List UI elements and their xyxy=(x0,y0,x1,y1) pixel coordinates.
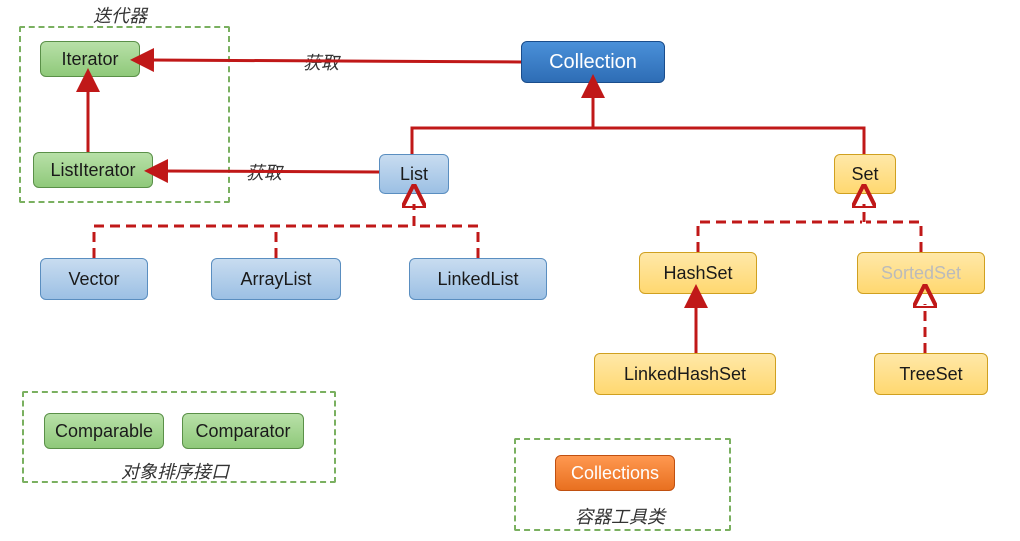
arrow-impls-to-list-lines xyxy=(94,204,478,258)
list-node: List xyxy=(379,154,449,194)
comparable-node: Comparable xyxy=(44,413,164,449)
set-node: Set xyxy=(834,154,896,194)
obtain-label-1: 获取 xyxy=(303,49,339,75)
sort-interface-label: 对象排序接口 xyxy=(121,458,229,484)
hashset-node: HashSet xyxy=(639,252,757,294)
arraylist-node: ArrayList xyxy=(211,258,341,300)
collection-node: Collection xyxy=(521,41,665,83)
comparator-node: Comparator xyxy=(182,413,304,449)
sortedset-node: SortedSet xyxy=(857,252,985,294)
linkedhashset-node: LinkedHashSet xyxy=(594,353,776,395)
collections-node: Collections xyxy=(555,455,675,491)
iterator-group-label: 迭代器 xyxy=(93,2,147,28)
listiterator-node: ListIterator xyxy=(33,152,153,188)
util-class-label: 容器工具类 xyxy=(575,503,665,529)
treeset-node: TreeSet xyxy=(874,353,988,395)
linkedlist-node: LinkedList xyxy=(409,258,547,300)
obtain-label-2: 获取 xyxy=(246,159,282,185)
arrow-hash-sorted-to-set-lines xyxy=(698,204,921,252)
arrow-listset-to-collection-lines xyxy=(412,94,864,154)
iterator-node: Iterator xyxy=(40,41,140,77)
vector-node: Vector xyxy=(40,258,148,300)
